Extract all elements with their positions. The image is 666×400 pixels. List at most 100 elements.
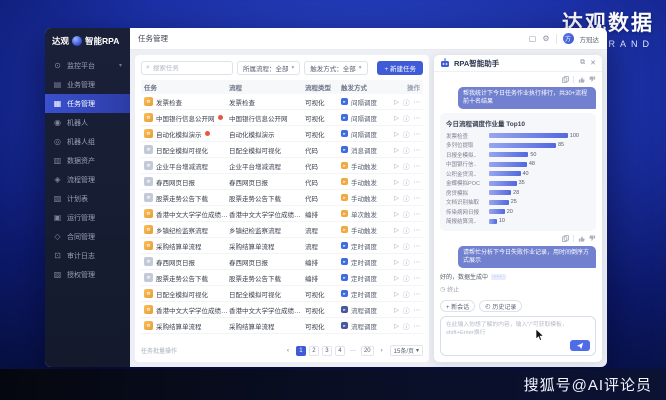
table-row[interactable]: ≣发票检查发票检查可视化▸间隔调度▷ⓘ⋯	[141, 94, 423, 110]
history-button[interactable]: ◴ 历史记录	[479, 300, 522, 312]
run-button[interactable]: ▷	[394, 130, 399, 138]
sidebar-item-授权管理[interactable]: ▨授权管理	[45, 265, 130, 284]
sidebar-item-审计日志[interactable]: ⊡审计日志	[45, 246, 130, 265]
run-button[interactable]: ▷	[394, 226, 399, 234]
table-row[interactable]: ≣采购结算单流程采购结算单流程流程▸定时调度▷ⓘ⋯	[141, 238, 423, 254]
copy-icon[interactable]	[562, 76, 569, 83]
sidebar-item-业务管理[interactable]: ▤业务管理	[45, 75, 130, 94]
table-row[interactable]: ≣股票走势公告下载股票走势公告下载编排▸定时调度▷ⓘ⋯	[141, 270, 423, 286]
sidebar-item-机器人组[interactable]: ◎机器人组	[45, 132, 130, 151]
user-avatar[interactable]: 方	[563, 33, 574, 44]
page-size-select[interactable]: 15条/页 ▾	[390, 345, 423, 356]
table-row[interactable]: ≣自动化模拟演示自动化模拟演示可视化▸间隔调度▷ⓘ⋯	[141, 126, 423, 142]
process-filter-select[interactable]: 所属流程：全部 ▾	[237, 61, 300, 75]
run-button[interactable]: ▷	[394, 146, 399, 154]
info-button[interactable]: ⓘ	[403, 129, 410, 139]
open-in-new-icon[interactable]: ⧉	[580, 59, 585, 67]
run-button[interactable]: ▷	[394, 290, 399, 298]
more-button[interactable]: ⋯	[414, 322, 421, 330]
prev-page-button[interactable]: ‹	[283, 346, 293, 356]
more-button[interactable]: ⋯	[414, 146, 421, 154]
run-button[interactable]: ▷	[394, 242, 399, 250]
info-button[interactable]: ⓘ	[403, 113, 410, 123]
table-row[interactable]: ≣春西网页日报春西网页日报代码▸手动触发▷ⓘ⋯	[141, 174, 423, 190]
copy-icon[interactable]	[562, 235, 569, 242]
sidebar-item-任务管理[interactable]: ▦任务管理	[45, 94, 130, 113]
more-button[interactable]: ⋯	[414, 210, 421, 218]
more-button[interactable]: ⋯	[414, 114, 421, 122]
sidebar-item-合同管理[interactable]: ◇合同管理	[45, 227, 130, 246]
run-button[interactable]: ▷	[394, 322, 399, 330]
table-row[interactable]: ≣企业平台增减流程企业平台增减流程代码▸手动触发▷ⓘ⋯	[141, 158, 423, 174]
thumbs-up-icon[interactable]	[578, 76, 585, 83]
more-button[interactable]: ⋯	[414, 242, 421, 250]
run-button[interactable]: ▷	[394, 162, 399, 170]
table-row[interactable]: ≣中国银行信息公开网中国银行信息公开网可视化▸间隔调度▷ⓘ⋯	[141, 110, 423, 126]
table-row[interactable]: ≣采购结算单流程采购结算单流程可视化▸流程调度▷ⓘ⋯	[141, 318, 423, 334]
table-row[interactable]: ≣春西网页日报春西网页日报编排▸定时调度▷ⓘ⋯	[141, 254, 423, 270]
thumbs-down-icon[interactable]	[589, 235, 596, 242]
info-button[interactable]: ⓘ	[403, 241, 410, 251]
sidebar-item-流程管理[interactable]: ◈流程管理	[45, 170, 130, 189]
table-row[interactable]: ≣日配全模拟可视化日配全模拟可视化可视化▸定时调度▷ⓘ⋯	[141, 286, 423, 302]
page-button[interactable]: 4	[335, 346, 345, 356]
run-button[interactable]: ▷	[394, 114, 399, 122]
run-button[interactable]: ▷	[394, 98, 399, 106]
info-button[interactable]: ⓘ	[403, 225, 410, 235]
next-page-button[interactable]: ›	[377, 346, 387, 356]
page-button[interactable]: 2	[309, 346, 319, 356]
page-button[interactable]: 1	[296, 346, 306, 356]
more-button[interactable]: ⋯	[414, 306, 421, 314]
page-button[interactable]: 3	[322, 346, 332, 356]
page-button[interactable]: 20	[361, 346, 374, 356]
info-button[interactable]: ⓘ	[403, 161, 410, 171]
info-button[interactable]: ⓘ	[403, 145, 410, 155]
info-button[interactable]: ⓘ	[403, 305, 410, 315]
more-button[interactable]: ⋯	[414, 162, 421, 170]
more-button[interactable]: ⋯	[414, 194, 421, 202]
sidebar-item-计划表[interactable]: ▧计划表	[45, 189, 130, 208]
sidebar-item-监控平台[interactable]: ⊙监控平台▾	[45, 56, 130, 75]
run-button[interactable]: ▷	[394, 178, 399, 186]
run-button[interactable]: ▷	[394, 210, 399, 218]
more-button[interactable]: ⋯	[414, 130, 421, 138]
table-row[interactable]: ≣股票走势公告下载股票走势公告下载代码▸手动触发▷ⓘ⋯	[141, 190, 423, 206]
run-button[interactable]: ▷	[394, 194, 399, 202]
more-button[interactable]: ⋯	[414, 274, 421, 282]
table-row[interactable]: ≣乡镇纪检监察流程乡镇纪检监察流程流程▸手动触发▷ⓘ⋯	[141, 222, 423, 238]
info-button[interactable]: ⓘ	[403, 177, 410, 187]
thumbs-up-icon[interactable]	[578, 235, 585, 242]
table-row[interactable]: ≣香港中文大学学位成绩结...香港中文大学学位成绩结果查...编排▸单次触发▷ⓘ…	[141, 206, 423, 222]
table-row[interactable]: ≣香港中文大学学位成绩结...香港中文大学学位成绩结果查...可视化▸流程调度▷…	[141, 302, 423, 318]
more-button[interactable]: ⋯	[414, 98, 421, 106]
run-button[interactable]: ▷	[394, 306, 399, 314]
sidebar-item-运行管理[interactable]: ▣运行管理	[45, 208, 130, 227]
sidebar-item-数据资产[interactable]: ▥数据资产	[45, 151, 130, 170]
assistant-input[interactable]: 在此输入你想了解的内容，输入"/"可获取模板，shift+Enter换行	[440, 316, 596, 356]
close-icon[interactable]: ✕	[590, 59, 596, 67]
send-button[interactable]	[570, 340, 590, 351]
trigger-filter-select[interactable]: 触发方式：全部 ▾	[304, 61, 367, 75]
search-box[interactable]: ⌕	[141, 61, 233, 75]
apps-grid-icon[interactable]: ▢	[529, 35, 537, 43]
info-button[interactable]: ⓘ	[403, 321, 410, 331]
more-button[interactable]: ⋯	[414, 226, 421, 234]
new-chat-button[interactable]: + 新会话	[440, 300, 475, 312]
new-task-button[interactable]: + 新建任务	[377, 61, 423, 75]
info-button[interactable]: ⓘ	[403, 209, 410, 219]
run-button[interactable]: ▷	[394, 258, 399, 266]
more-button[interactable]: ⋯	[414, 290, 421, 298]
run-button[interactable]: ▷	[394, 274, 399, 282]
more-button[interactable]: ⋯	[414, 258, 421, 266]
thumbs-down-icon[interactable]	[589, 76, 596, 83]
settings-gear-icon[interactable]: ⚙	[542, 35, 549, 43]
table-row[interactable]: ≣日配全模拟可视化日配全模拟可视化代码▸消息调度▷ⓘ⋯	[141, 142, 423, 158]
info-button[interactable]: ⓘ	[403, 273, 410, 283]
sidebar-item-机器人[interactable]: ◉机器人	[45, 113, 130, 132]
stop-generation[interactable]: ◷ 终止	[440, 285, 596, 294]
info-button[interactable]: ⓘ	[403, 257, 410, 267]
more-button[interactable]: ⋯	[414, 178, 421, 186]
info-button[interactable]: ⓘ	[403, 193, 410, 203]
info-button[interactable]: ⓘ	[403, 289, 410, 299]
search-input[interactable]	[153, 65, 228, 72]
